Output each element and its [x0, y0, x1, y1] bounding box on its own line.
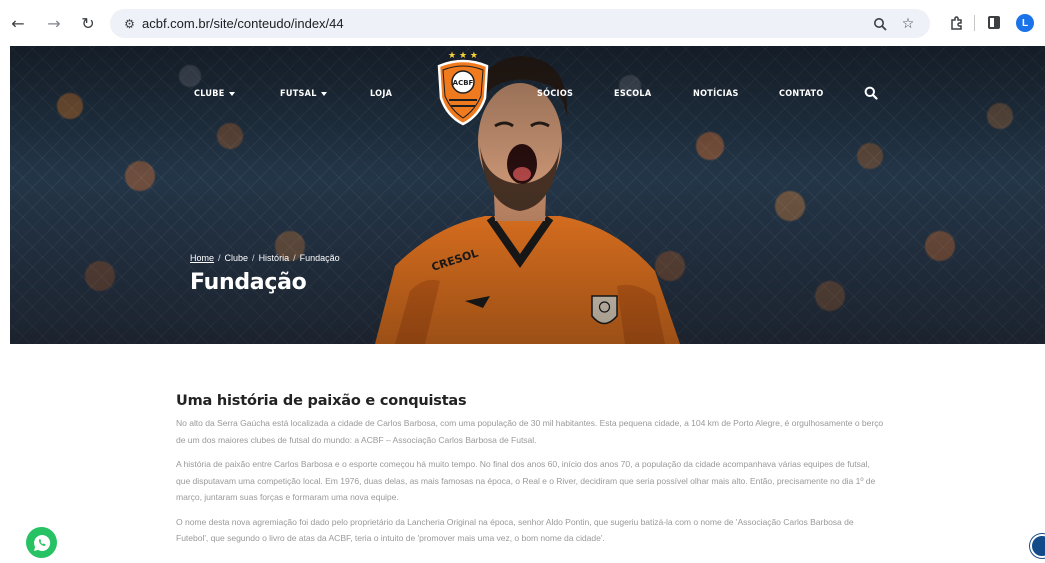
extensions-icon[interactable] — [947, 13, 967, 33]
url-text[interactable]: acbf.com.br/site/conteudo/index/44 — [142, 16, 344, 31]
nav-item-label: ESCOLA — [614, 89, 652, 99]
paragraph: O nome desta nova agremiação foi dado pe… — [176, 516, 854, 544]
nav-item-label: CONTATO — [779, 89, 824, 99]
nav-item-loja[interactable]: LOJA — [370, 89, 392, 99]
whatsapp-icon — [33, 534, 50, 551]
breadcrumb-separator: / — [293, 253, 296, 263]
breadcrumb-home-link[interactable]: Home — [190, 253, 214, 263]
nav-item-escola[interactable]: ESCOLA — [614, 89, 651, 99]
nav-item-label: LOJA — [370, 89, 393, 99]
breadcrumb-separator: / — [252, 253, 255, 263]
breadcrumb: Home / Clube / História / Fundação — [190, 253, 340, 263]
breadcrumb-separator: / — [218, 253, 221, 263]
accessibility-button[interactable] — [1030, 534, 1045, 558]
site-settings-icon[interactable]: ⚙ — [121, 15, 138, 32]
paragraph: No alto da Serra Gaúcha está localizada … — [176, 418, 884, 445]
nav-item-label: FUTSAL — [280, 89, 317, 99]
reload-icon[interactable]: ↻ — [78, 13, 98, 33]
nav-item-label: CLUBE — [194, 89, 225, 99]
main-nav: CLUBE FUTSAL LOJA ★ ★ ★ ACBF SÓCIOS ESCO… — [10, 46, 1045, 136]
nav-item-noticias[interactable]: NOTÍCIAS — [693, 89, 739, 99]
club-crest-logo[interactable]: ★ ★ ★ ACBF — [433, 48, 493, 128]
address-bar[interactable]: ⚙ acbf.com.br/site/conteudo/index/44 ☆ — [110, 9, 930, 38]
breadcrumb-item: Fundação — [299, 253, 340, 263]
page-title: Fundação — [190, 270, 307, 295]
section-heading: Uma história de paixão e conquistas — [176, 393, 467, 409]
back-arrow-icon[interactable]: ← — [8, 13, 28, 33]
zoom-icon[interactable] — [871, 15, 889, 33]
paragraph: A história de paixão entre Carlos Barbos… — [176, 459, 876, 502]
toolbar-divider — [974, 15, 975, 31]
chevron-down-icon — [320, 92, 327, 96]
bookmark-star-icon[interactable]: ☆ — [899, 15, 917, 33]
svg-text:★ ★ ★: ★ ★ ★ — [448, 51, 478, 61]
search-icon[interactable] — [864, 86, 878, 100]
nav-item-label: SÓCIOS — [537, 89, 574, 99]
breadcrumb-item: Clube — [224, 253, 249, 263]
svg-text:ACBF: ACBF — [453, 79, 474, 87]
hero-banner: CRESOL CLUBE FUTSAL LOJA ★ ★ ★ ACBF SÓCI… — [10, 46, 1045, 344]
forward-arrow-icon[interactable]: → — [44, 13, 64, 33]
side-panel-icon[interactable] — [988, 16, 1000, 29]
chevron-down-icon — [228, 92, 235, 96]
nav-item-label: NOTÍCIAS — [693, 89, 739, 99]
nav-item-futsal[interactable]: FUTSAL — [280, 89, 327, 99]
browser-toolbar: ← → ↻ ⚙ acbf.com.br/site/conteudo/index/… — [0, 0, 1045, 46]
article-content: Uma história de paixão e conquistas No a… — [176, 393, 886, 555]
nav-item-socios[interactable]: SÓCIOS — [537, 89, 573, 99]
breadcrumb-item: História — [258, 253, 290, 263]
nav-item-clube[interactable]: CLUBE — [194, 89, 235, 99]
nav-item-contato[interactable]: CONTATO — [779, 89, 824, 99]
whatsapp-button[interactable] — [26, 527, 57, 558]
profile-avatar[interactable]: L — [1016, 14, 1034, 32]
